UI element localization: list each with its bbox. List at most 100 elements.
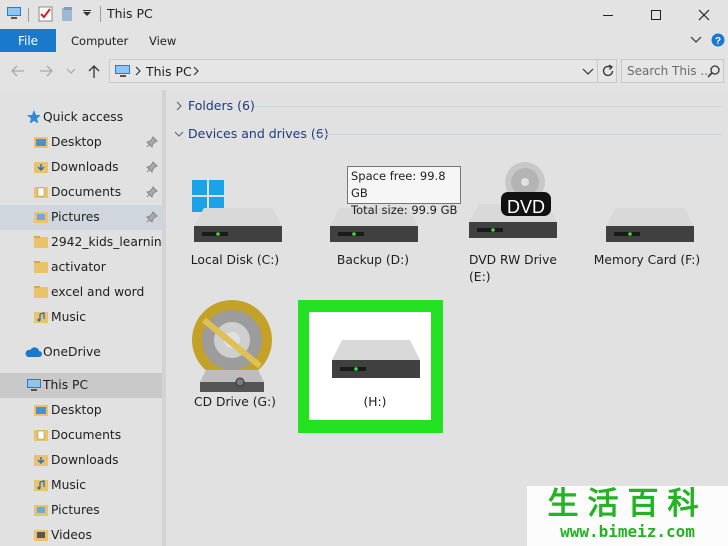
sidebar-item-label: Quick access [43, 110, 124, 124]
drive-label: Backup (D:) [336, 253, 410, 267]
sidebar-item-label: 2942_kids_learning_ [51, 235, 162, 249]
customize-qa-chevron-icon[interactable] [82, 6, 92, 22]
recent-locations-chevron-icon[interactable] [66, 63, 82, 79]
pin-icon[interactable] [146, 136, 158, 148]
maximize-icon [651, 9, 661, 20]
address-bar[interactable]: This PC [109, 59, 617, 83]
folder-icon [34, 236, 48, 248]
desktop-folder-icon [34, 405, 48, 416]
drive-label: CD Drive (G:) [194, 395, 276, 409]
this-pc-app-icon [7, 7, 21, 19]
sidebar-item-label: Documents [51, 428, 122, 442]
sidebar-item-downloads[interactable]: Downloads [0, 155, 162, 180]
pin-icon[interactable] [146, 161, 158, 173]
help-icon[interactable]: ? [711, 33, 725, 47]
close-icon [698, 9, 710, 20]
sidebar-item-label: Pictures [51, 210, 100, 224]
back-arrow-icon[interactable] [10, 63, 26, 79]
sidebar-item-label: Videos [51, 528, 92, 542]
drive-dvd-rw-e[interactable]: DVD DVD RW Drive (E:) [445, 160, 575, 285]
sidebar-item-onedrive[interactable]: OneDrive [0, 340, 162, 365]
hard-drive-icon [606, 208, 694, 242]
address-dropdown-chevron-icon[interactable] [582, 67, 594, 77]
drive-local-disk-c[interactable]: Local Disk (C:) [170, 172, 300, 272]
sidebar-item-pc-videos[interactable]: Videos [0, 523, 162, 546]
folders-group-header[interactable]: Folders (6) [188, 98, 255, 113]
close-button[interactable] [680, 0, 728, 29]
search-input[interactable]: Search This ... [621, 59, 724, 83]
sidebar-item-pc-downloads[interactable]: Downloads [0, 448, 162, 473]
sidebar-item-label: OneDrive [43, 345, 101, 359]
hard-drive-icon [332, 340, 420, 378]
sidebar-item-quick-access[interactable]: Quick access [0, 105, 162, 130]
drive-label: Local Disk (C:) [190, 253, 280, 267]
minimize-icon [603, 14, 613, 16]
up-arrow-icon[interactable] [86, 63, 102, 79]
address-row: This PC Search This ... [0, 52, 728, 90]
sidebar-item-activator[interactable]: activator [0, 255, 162, 280]
new-folder-icon[interactable] [60, 6, 76, 22]
sidebar-item-label: This PC [43, 378, 89, 392]
breadcrumb-this-pc[interactable]: This PC [146, 64, 192, 79]
window-title: This PC [107, 6, 153, 21]
sidebar-item-this-pc[interactable]: This PC [0, 373, 162, 398]
maximize-button[interactable] [632, 0, 680, 29]
cd-drive-icon [192, 300, 272, 392]
pin-icon[interactable] [146, 186, 158, 198]
pin-icon[interactable] [146, 211, 158, 223]
pictures-folder-icon [34, 505, 48, 516]
drive-memory-card-f[interactable]: Memory Card (F:) [582, 172, 712, 272]
drive-h[interactable]: (H:) [310, 320, 440, 412]
sidebar-item-2942-kids-learning[interactable]: 2942_kids_learning_ [0, 230, 162, 255]
watermark-title: 生活百科 [547, 486, 708, 522]
qa-separator [28, 8, 29, 22]
tooltip-space-free: Space free: 99.8 GB [351, 169, 446, 200]
folder-icon [34, 261, 48, 273]
expand-chevron-icon[interactable] [174, 101, 184, 111]
sidebar-item-pc-documents[interactable]: Documents [0, 423, 162, 448]
navigation-pane: Quick access Desktop Downloads Documents… [0, 90, 162, 546]
sidebar-item-music[interactable]: Music [0, 305, 162, 330]
sidebar-item-excel-and-word[interactable]: excel and word [0, 280, 162, 305]
expand-ribbon-chevron-icon[interactable] [690, 35, 702, 45]
sidebar-item-pc-desktop[interactable]: Desktop [0, 398, 162, 423]
sidebar-item-label: Documents [51, 185, 122, 199]
sidebar-item-label: Desktop [51, 403, 102, 417]
music-folder-icon [34, 480, 48, 491]
group-label: Devices and drives [188, 126, 307, 141]
refresh-icon[interactable] [601, 64, 615, 78]
collapse-chevron-icon[interactable] [174, 129, 184, 139]
sidebar-item-pictures[interactable]: Pictures [0, 205, 162, 230]
search-icon[interactable] [707, 64, 721, 78]
folder-icon [34, 286, 48, 298]
sidebar-item-label: Downloads [51, 160, 119, 174]
dvd-badge: DVD [506, 197, 545, 217]
sidebar-item-documents[interactable]: Documents [0, 180, 162, 205]
file-tab[interactable]: File [0, 29, 56, 52]
tab-computer[interactable]: Computer [71, 34, 128, 48]
devices-group-header[interactable]: Devices and drives (6) [188, 126, 329, 141]
documents-folder-icon [34, 430, 48, 441]
watermark: 生活百科 www.bimeiz.com [527, 486, 728, 546]
drive-cd-g[interactable]: CD Drive (G:) [170, 300, 300, 412]
sidebar-item-desktop[interactable]: Desktop [0, 130, 162, 155]
tab-view[interactable]: View [149, 34, 176, 48]
sidebar-item-pc-pictures[interactable]: Pictures [0, 498, 162, 523]
this-pc-icon [115, 65, 130, 77]
sidebar-item-label: Music [51, 310, 86, 324]
forward-arrow-icon[interactable] [38, 63, 54, 79]
breadcrumb-chevron-icon[interactable] [192, 66, 200, 76]
properties-icon[interactable] [38, 6, 54, 22]
sidebar-item-label: Pictures [51, 503, 100, 517]
sidebar-item-label: Desktop [51, 135, 102, 149]
windows-drive-icon [192, 180, 282, 242]
videos-folder-icon [34, 530, 48, 541]
minimize-button[interactable] [584, 0, 632, 29]
sidebar-item-label: Downloads [51, 453, 119, 467]
search-placeholder: Search This ... [627, 64, 712, 78]
sidebar-item-pc-music[interactable]: Music [0, 473, 162, 498]
drive-label: Memory Card (F:) [593, 253, 701, 267]
title-bar: This PC [0, 0, 728, 29]
downloads-folder-icon [34, 162, 48, 173]
breadcrumb-chevron-icon[interactable] [134, 66, 142, 76]
